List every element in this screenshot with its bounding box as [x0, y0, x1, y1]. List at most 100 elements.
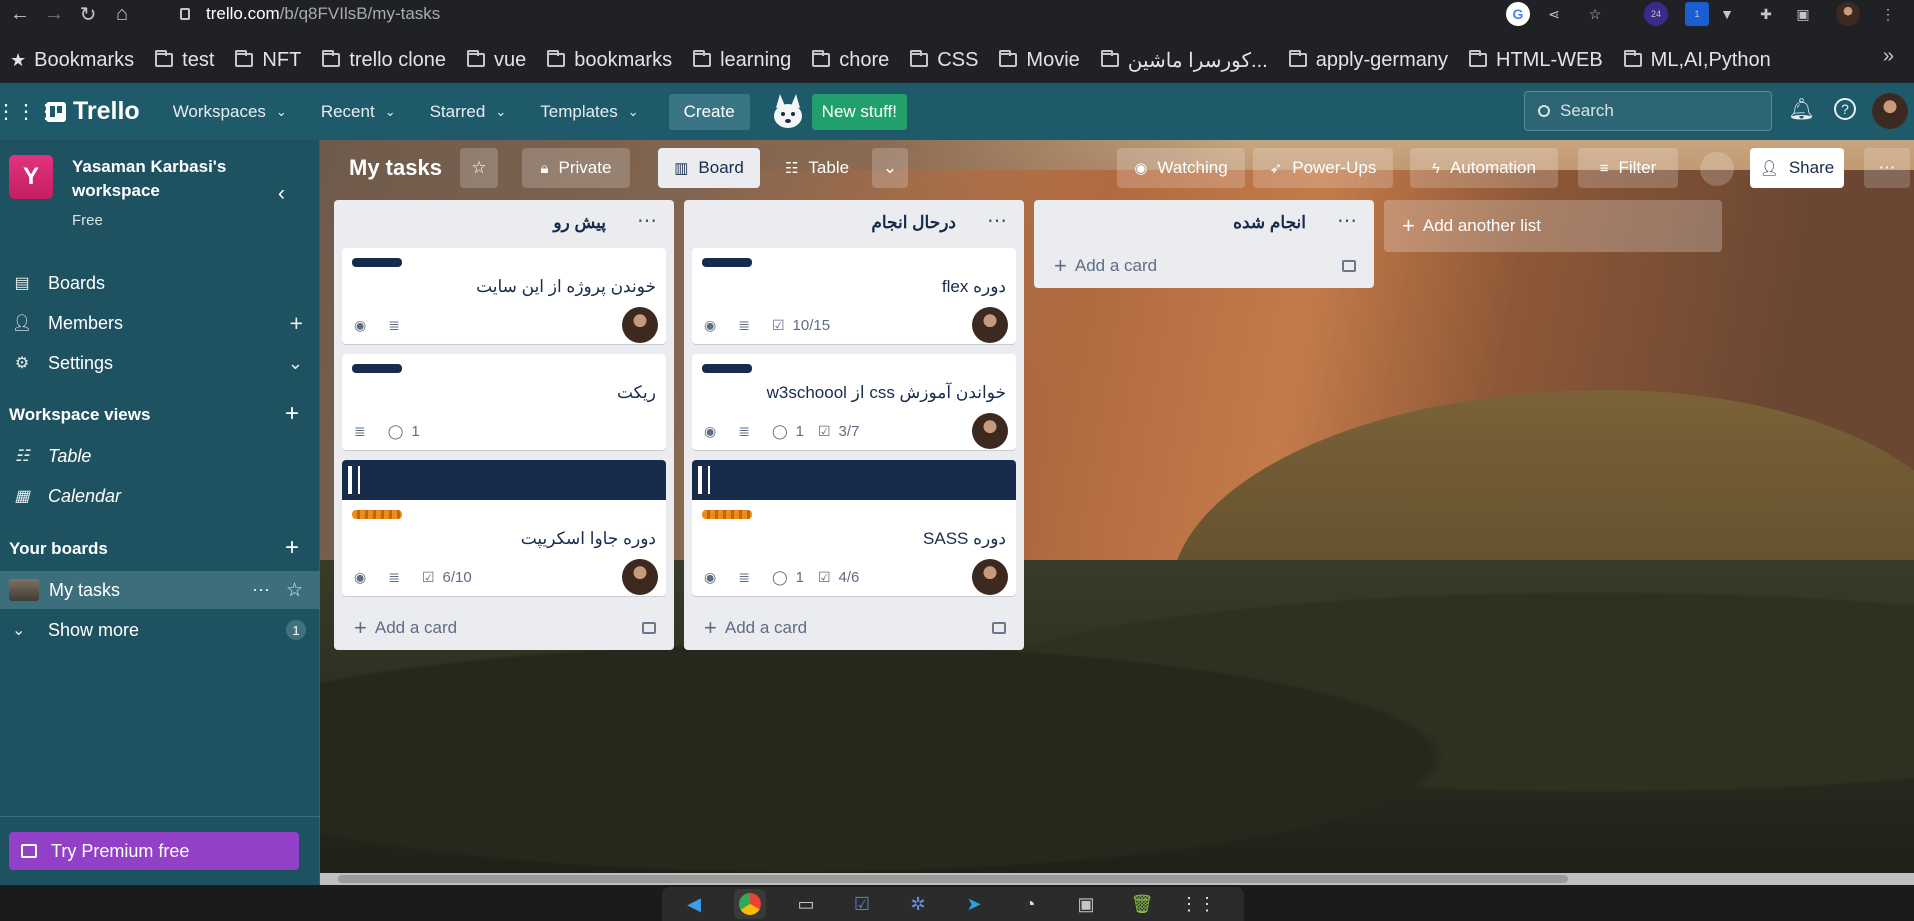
bookmark-folder[interactable]: کورسرا ماشین...	[1100, 48, 1268, 73]
card[interactable]: دوره flex ◉ ≣ ☑ 10/15	[692, 248, 1016, 344]
workspace-avatar[interactable]: Y	[9, 155, 53, 199]
list-title[interactable]: درحال انجام	[871, 213, 956, 233]
watching-button[interactable]: ◉ Watching	[1117, 148, 1245, 188]
label-navy[interactable]	[352, 258, 402, 267]
address-bar[interactable]: trello.com/b/q8FVIlsB/my-tasks	[170, 0, 1620, 28]
filter-button[interactable]: ≡ Filter	[1578, 148, 1678, 188]
board-more-icon[interactable]: ⋯	[252, 580, 270, 601]
bookmark-folder[interactable]: Movie	[999, 49, 1080, 72]
speedometer-icon[interactable]: ◔	[1014, 889, 1046, 919]
bookmark-folder[interactable]: trello clone	[322, 49, 446, 72]
bookmark-folder[interactable]: NFT	[235, 49, 301, 72]
screenshot-icon[interactable]: ▣	[1070, 889, 1102, 919]
list-menu-icon[interactable]: ⋯	[1337, 208, 1358, 233]
add-board-icon[interactable]: +	[285, 534, 299, 562]
add-card-button[interactable]: + Add a card	[334, 606, 674, 650]
power-ups-button[interactable]: ➶ Power-Ups	[1253, 148, 1393, 188]
add-view-icon[interactable]: +	[285, 400, 299, 428]
app-switcher-icon[interactable]: ⋮⋮⋮	[0, 97, 56, 125]
vscode-icon[interactable]: ◀	[678, 889, 710, 919]
card[interactable]: ریکت ≣ ◯ 1	[342, 354, 666, 450]
list-title[interactable]: انجام شده	[1233, 213, 1306, 233]
card-template-icon[interactable]	[992, 622, 1006, 634]
bookmark-folder[interactable]: vue	[467, 49, 526, 72]
home-icon[interactable]: ⌂	[108, 0, 136, 28]
star-icon[interactable]: ☆	[286, 579, 303, 602]
label-navy[interactable]	[352, 364, 402, 373]
tasks-icon[interactable]: ☑	[846, 889, 878, 919]
sidebar-item-my-tasks[interactable]: My tasks ⋯ ☆	[0, 571, 320, 609]
card-member-avatar[interactable]	[622, 307, 658, 343]
bookmark-folder[interactable]: chore	[812, 49, 889, 72]
card[interactable]: خواندن آموزش css از w3schoool ◉ ≣ ◯ 1 ☑ 3/…	[692, 354, 1016, 450]
create-button[interactable]: Create	[668, 93, 750, 130]
visibility-button[interactable]: 🔒︎ Private	[522, 148, 630, 188]
workspace-name[interactable]: Yasaman Karbasi's workspace	[72, 155, 242, 203]
search-input[interactable]: Search	[1524, 91, 1772, 131]
add-member-icon[interactable]: +	[290, 310, 303, 337]
files-icon[interactable]: ▭	[790, 889, 822, 919]
menu-recent[interactable]: Recent ⌄	[321, 102, 396, 122]
sidepanel-icon[interactable]: ▣	[1791, 2, 1815, 26]
sidebar-item-members[interactable]: 👤︎ Members +	[0, 305, 320, 341]
forward-icon[interactable]: →	[40, 0, 68, 28]
sidebar-item-settings[interactable]: ⚙ Settings ⌄	[0, 345, 320, 381]
add-another-list-button[interactable]: + Add another list	[1384, 200, 1722, 252]
sidebar-item-calendar[interactable]: ▦ Calendar	[0, 478, 320, 514]
card-member-avatar[interactable]	[972, 559, 1008, 595]
menu-templates[interactable]: Templates ⌄	[540, 102, 638, 122]
more-views-button[interactable]: ⌄	[872, 148, 908, 188]
share-page-icon[interactable]: ⋖	[1542, 2, 1566, 26]
label-navy[interactable]	[702, 258, 752, 267]
back-icon[interactable]: ←	[6, 0, 34, 28]
user-avatar[interactable]	[1872, 93, 1908, 129]
more-bookmarks-icon[interactable]: »	[1883, 45, 1894, 68]
telegram-icon[interactable]: ➤	[958, 889, 990, 919]
sidebar-item-table[interactable]: ☷ Table	[0, 438, 320, 474]
label-orange[interactable]	[702, 510, 752, 519]
card-member-avatar[interactable]	[972, 307, 1008, 343]
share-button[interactable]: 👤︎ Share	[1750, 148, 1844, 188]
bookmark-folder[interactable]: bookmarks	[547, 49, 672, 72]
vuetify-extension-icon[interactable]: ▼	[1715, 2, 1739, 26]
board-menu-button[interactable]: ⋯	[1864, 148, 1910, 188]
taco-mascot-icon[interactable]	[766, 90, 810, 134]
slack-icon[interactable]: ✲	[902, 889, 934, 919]
bookmark-star-icon[interactable]: ☆	[1583, 2, 1607, 26]
card-member-avatar[interactable]	[622, 559, 658, 595]
bookmark-folder[interactable]: learning	[693, 49, 791, 72]
add-card-button[interactable]: + Add a card	[1034, 244, 1374, 288]
member-avatar[interactable]	[1700, 152, 1734, 186]
try-premium-button[interactable]: Try Premium free	[9, 832, 299, 870]
profile-avatar[interactable]	[1836, 2, 1860, 26]
list-menu-icon[interactable]: ⋯	[637, 208, 658, 233]
new-stuff-button[interactable]: New stuff!	[811, 93, 907, 130]
collapse-sidebar-icon[interactable]: ‹	[278, 182, 285, 206]
google-icon[interactable]: G	[1506, 2, 1530, 26]
bookmark-folder[interactable]: ML,AI,Python	[1623, 49, 1771, 72]
sidebar-item-boards[interactable]: ▤ Boards	[0, 265, 320, 301]
notifications-icon[interactable]: 🔔︎	[1788, 98, 1815, 122]
scrollbar-thumb[interactable]	[338, 875, 1568, 883]
card-template-icon[interactable]	[642, 622, 656, 634]
chrome-menu-icon[interactable]: ⋮	[1876, 2, 1900, 26]
menu-starred[interactable]: Starred ⌄	[430, 102, 507, 122]
bookmark-folder[interactable]: test	[155, 49, 214, 72]
view-table-tab[interactable]: ☷ Table	[766, 148, 868, 188]
card[interactable]: دوره جاوا اسکریپت ◉ ≣ ☑ 6/10	[342, 460, 666, 596]
list-menu-icon[interactable]: ⋯	[987, 208, 1008, 233]
list-title[interactable]: پیش رو	[553, 213, 606, 233]
extension-badge-icon[interactable]: 1	[1685, 2, 1709, 26]
label-navy[interactable]	[702, 364, 752, 373]
trash-icon[interactable]: 🗑︎	[1126, 889, 1158, 919]
star-board-button[interactable]: ☆	[460, 148, 498, 188]
chevron-down-icon[interactable]: ⌄	[288, 353, 303, 374]
automation-button[interactable]: ϟ Automation	[1410, 148, 1558, 188]
bookmark-folder[interactable]: HTML-WEB	[1469, 49, 1603, 72]
add-card-button[interactable]: + Add a card	[684, 606, 1024, 650]
bookmark-folder[interactable]: CSS	[910, 49, 978, 72]
bookmark-folder[interactable]: apply-germany	[1288, 49, 1448, 72]
trello-logo[interactable]: Trello	[46, 97, 140, 126]
card-template-icon[interactable]	[1342, 260, 1356, 272]
help-icon[interactable]: ?	[1834, 98, 1856, 120]
